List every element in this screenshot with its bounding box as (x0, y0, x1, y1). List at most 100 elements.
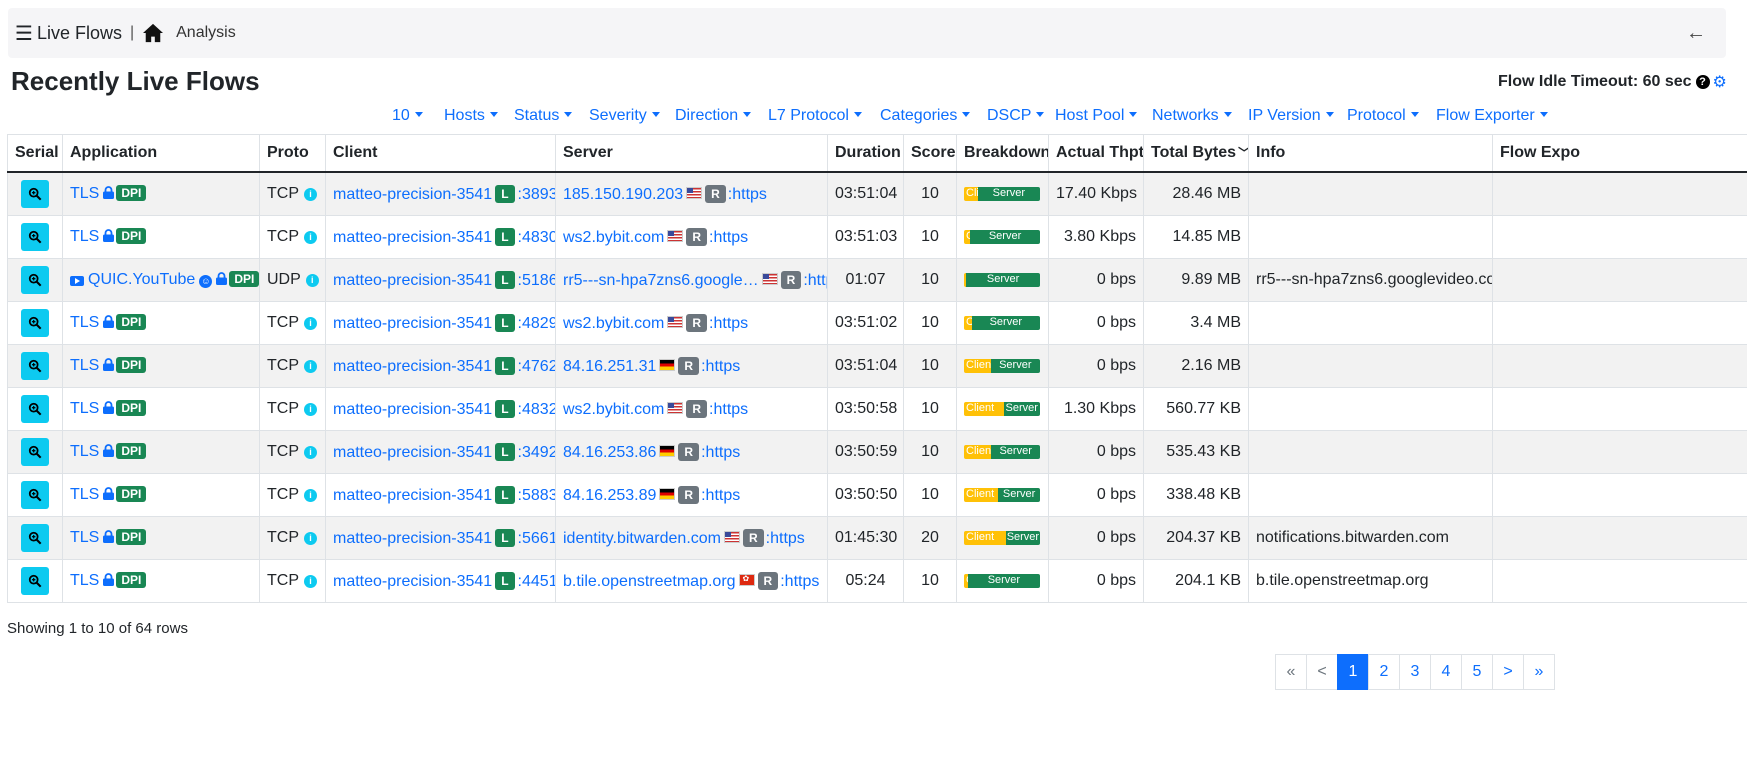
col-duration[interactable]: Duration (827, 134, 904, 173)
info-icon[interactable]: i (304, 574, 317, 588)
client-port-link[interactable]: :48322 (518, 401, 555, 418)
client-port-link[interactable]: :44516 (518, 573, 555, 590)
filter-page-size[interactable]: 10 (392, 107, 423, 125)
client-port-link[interactable]: :51863 (518, 272, 555, 289)
server-host-link[interactable]: ws2.bybit.com (563, 315, 664, 332)
zoom-in-button[interactable] (21, 309, 49, 337)
page-5-button[interactable]: 5 (1461, 654, 1493, 690)
filter-networks[interactable]: Networks (1152, 107, 1232, 125)
page-4-button[interactable]: 4 (1430, 654, 1462, 690)
server-port-link[interactable]: :https (803, 272, 826, 289)
info-icon[interactable]: i (304, 402, 317, 416)
server-host-link[interactable]: identity.bitwarden.com (563, 530, 721, 547)
info-icon[interactable]: i (305, 273, 319, 287)
client-host-link[interactable]: matteo-precision-3541 (333, 272, 492, 289)
server-host-link[interactable]: 84.16.253.89 (563, 487, 656, 504)
filter-severity[interactable]: Severity (589, 107, 660, 125)
server-port-link[interactable]: :https (701, 444, 740, 461)
filter-protocol[interactable]: Protocol (1347, 107, 1419, 125)
client-port-link[interactable]: :47622 (518, 358, 555, 375)
page-1-button[interactable]: 1 (1337, 654, 1369, 690)
application-link[interactable]: TLS (70, 400, 99, 417)
page-3-button[interactable]: 3 (1399, 654, 1431, 690)
client-port-link[interactable]: :48308 (518, 229, 555, 246)
filter-flow-exporter[interactable]: Flow Exporter (1436, 107, 1548, 125)
filter-l7-protocol[interactable]: L7 Protocol (768, 107, 862, 125)
client-port-link[interactable]: :58838 (518, 487, 555, 504)
application-link[interactable]: TLS (70, 443, 99, 460)
zoom-in-button[interactable] (21, 524, 49, 552)
server-host-link[interactable]: 185.150.190.203 (563, 186, 683, 203)
col-breakdown[interactable]: Breakdown (956, 134, 1049, 173)
client-host-link[interactable]: matteo-precision-3541 (333, 315, 492, 332)
help-icon[interactable]: ? (1695, 75, 1710, 89)
info-icon[interactable]: i (304, 488, 317, 502)
info-icon[interactable]: i (304, 187, 317, 201)
col-application[interactable]: Application (62, 134, 260, 173)
zoom-in-button[interactable] (21, 223, 49, 251)
filter-dscp[interactable]: DSCP (987, 107, 1044, 125)
server-host-link[interactable]: ws2.bybit.com (563, 401, 664, 418)
info-icon[interactable]: i (304, 531, 317, 545)
server-host-link[interactable]: b.tile.openstreetmap.org (563, 573, 736, 590)
client-host-link[interactable]: matteo-precision-3541 (333, 444, 492, 461)
zoom-in-button[interactable] (21, 266, 49, 294)
gear-icon[interactable]: ⚙ (1713, 72, 1727, 92)
col-info[interactable]: Info (1248, 134, 1493, 173)
col-proto[interactable]: Proto (259, 134, 326, 173)
info-icon[interactable]: i (304, 230, 317, 244)
filter-direction[interactable]: Direction (675, 107, 751, 125)
application-link[interactable]: TLS (70, 185, 99, 202)
home-icon[interactable] (142, 23, 164, 43)
client-port-link[interactable]: :48292 (518, 315, 555, 332)
client-port-link[interactable]: :34924 (518, 444, 555, 461)
client-host-link[interactable]: matteo-precision-3541 (333, 186, 492, 203)
zoom-in-button[interactable] (21, 395, 49, 423)
zoom-in-button[interactable] (21, 438, 49, 466)
server-port-link[interactable]: :https (701, 487, 740, 504)
server-host-link[interactable]: 84.16.251.31 (563, 358, 656, 375)
filter-ip-version[interactable]: IP Version (1248, 107, 1334, 125)
server-port-link[interactable]: :https (709, 401, 748, 418)
filter-categories[interactable]: Categories (880, 107, 970, 125)
application-link[interactable]: QUIC.YouTube (88, 271, 195, 288)
server-host-link[interactable]: ws2.bybit.com (563, 229, 664, 246)
server-port-link[interactable]: :https (709, 315, 748, 332)
back-arrow-icon[interactable]: ← (1686, 22, 1706, 45)
server-port-link[interactable]: :https (701, 358, 740, 375)
client-host-link[interactable]: matteo-precision-3541 (333, 573, 492, 590)
application-link[interactable]: TLS (70, 486, 99, 503)
hamburger-menu-icon[interactable]: ☰ (15, 21, 33, 46)
client-host-link[interactable]: matteo-precision-3541 (333, 401, 492, 418)
info-icon[interactable]: i (304, 445, 317, 459)
info-icon[interactable]: i (304, 359, 317, 373)
zoom-in-button[interactable] (21, 481, 49, 509)
zoom-in-button[interactable] (21, 180, 49, 208)
server-port-link[interactable]: :https (709, 229, 748, 246)
client-host-link[interactable]: matteo-precision-3541 (333, 487, 492, 504)
client-host-link[interactable]: matteo-precision-3541 (333, 229, 492, 246)
server-port-link[interactable]: :https (766, 530, 805, 547)
col-server[interactable]: Server (555, 134, 828, 173)
server-port-link[interactable]: :https (780, 573, 819, 590)
application-link[interactable]: TLS (70, 357, 99, 374)
last-page-button[interactable]: » (1523, 654, 1555, 690)
page-2-button[interactable]: 2 (1368, 654, 1400, 690)
filter-status[interactable]: Status (514, 107, 572, 125)
first-page-button[interactable]: « (1275, 654, 1307, 690)
client-host-link[interactable]: matteo-precision-3541 (333, 530, 492, 547)
filter-hosts[interactable]: Hosts (444, 107, 498, 125)
col-total-bytes[interactable]: Total Bytes﹀ (1143, 134, 1249, 173)
zoom-in-button[interactable] (21, 567, 49, 595)
application-link[interactable]: TLS (70, 228, 99, 245)
client-host-link[interactable]: matteo-precision-3541 (333, 358, 492, 375)
filter-host-pool[interactable]: Host Pool (1055, 107, 1137, 125)
col-score[interactable]: Score (903, 134, 957, 173)
col-actual-thpt[interactable]: Actual Thpt (1048, 134, 1144, 173)
client-port-link[interactable]: :56618 (518, 530, 555, 547)
client-port-link[interactable]: :38930 (518, 186, 555, 203)
info-icon[interactable]: i (304, 316, 317, 330)
nav-brand[interactable]: Live Flows (37, 23, 122, 44)
server-host-link[interactable]: 84.16.253.86 (563, 444, 656, 461)
application-link[interactable]: TLS (70, 572, 99, 589)
